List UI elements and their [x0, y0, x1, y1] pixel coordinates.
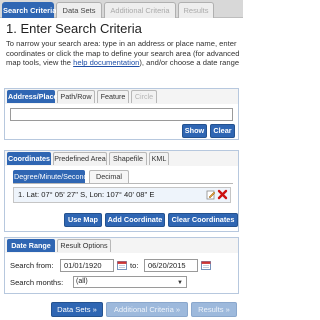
instructions-text: To narrow your search area: type in an a…: [6, 39, 240, 68]
data-sets-button[interactable]: Data Sets »: [51, 302, 103, 317]
date-range-panel: Date Range Result Options Search from: t…: [4, 237, 239, 294]
show-button[interactable]: Show: [182, 124, 207, 138]
tab-kml[interactable]: KML: [149, 152, 169, 165]
tab-predefined-area[interactable]: Predefined Area: [53, 152, 107, 165]
search-months-value: (all): [76, 278, 88, 285]
search-from-label: Search from:: [10, 261, 54, 270]
delete-x-icon[interactable]: [217, 189, 228, 200]
page-title: 1. Enter Search Criteria: [6, 21, 142, 36]
tab-search-criteria[interactable]: Search Criteria: [2, 2, 56, 18]
tab-date-range[interactable]: Date Range: [7, 239, 55, 252]
add-coordinate-button[interactable]: Add Coordinate: [105, 213, 165, 227]
tab-shapefile[interactable]: Shapefile: [109, 152, 147, 165]
to-date-input[interactable]: [144, 259, 198, 272]
use-map-button[interactable]: Use Map: [64, 213, 102, 227]
help-documentation-link[interactable]: help documentation: [73, 58, 139, 67]
coordinates-panel: Coordinates Predefined Area Shapefile KM…: [4, 150, 239, 232]
calendar-icon[interactable]: [117, 260, 127, 270]
tab-coordinates[interactable]: Coordinates: [7, 152, 51, 165]
address-panel: Address/Place Path/Row Feature Circle Sh…: [4, 88, 239, 140]
coordinate-entry-text: 1. Lat: 07° 05' 27" S, Lon: 107° 40' 08"…: [18, 190, 155, 199]
date-tab-row: Date Range Result Options: [5, 238, 238, 253]
address-tab-row: Address/Place Path/Row Feature Circle: [5, 89, 238, 104]
instructions-part2: ), and/or choose a date range: [139, 58, 240, 68]
tab-additional-criteria[interactable]: Additional Criteria: [104, 2, 176, 18]
bottom-nav: Data Sets » Additional Criteria » Result…: [0, 299, 243, 320]
edit-pencil-icon[interactable]: [206, 190, 216, 200]
additional-criteria-button[interactable]: Additional Criteria »: [106, 302, 188, 317]
tab-path-row[interactable]: Path/Row: [57, 90, 95, 103]
tab-address-place[interactable]: Address/Place: [7, 90, 58, 103]
tab-degree-minute-second[interactable]: Degree/Minute/Second: [13, 170, 88, 183]
clear-coordinates-button[interactable]: Clear Coordinates: [168, 213, 238, 227]
from-date-input[interactable]: [60, 259, 114, 272]
results-button[interactable]: Results »: [191, 302, 237, 317]
chevron-down-icon: ▼: [177, 280, 183, 286]
calendar-icon[interactable]: [201, 260, 211, 270]
tab-feature[interactable]: Feature: [97, 90, 129, 103]
search-months-select[interactable]: (all) ▼: [73, 276, 187, 288]
tab-data-sets[interactable]: Data Sets: [56, 2, 102, 18]
coordinate-entry[interactable]: 1. Lat: 07° 05' 27" S, Lon: 107° 40' 08"…: [13, 187, 231, 203]
tab-result-options[interactable]: Result Options: [57, 239, 111, 252]
top-tab-bar: Search Criteria Data Sets Additional Cri…: [0, 0, 243, 18]
address-input[interactable]: [10, 108, 233, 121]
clear-button[interactable]: Clear: [210, 124, 235, 138]
coordinates-tab-row: Coordinates Predefined Area Shapefile KM…: [5, 151, 238, 166]
tab-circle[interactable]: Circle: [131, 90, 157, 103]
tab-results[interactable]: Results: [178, 2, 214, 18]
tab-decimal[interactable]: Decimal: [89, 170, 129, 183]
to-label: to:: [130, 261, 139, 270]
search-months-label: Search months:: [10, 278, 64, 287]
coordinate-format-tabs: Degree/Minute/Second Decimal: [13, 169, 233, 184]
